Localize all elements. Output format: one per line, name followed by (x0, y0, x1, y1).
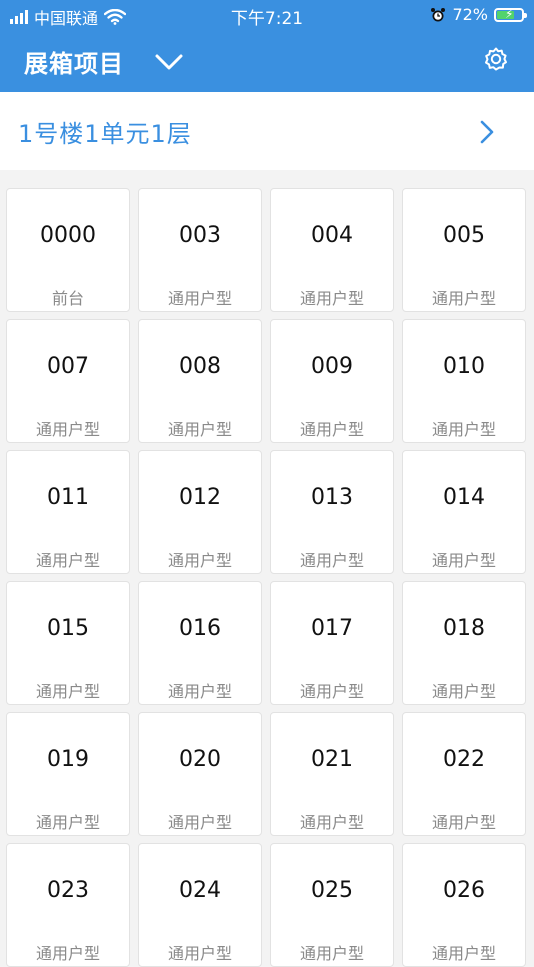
location-label: 1号楼1单元1层 (18, 120, 192, 148)
unit-number: 004 (311, 223, 353, 248)
unit-card[interactable]: 022 通用户型 (402, 712, 526, 836)
unit-card[interactable]: 021 通用户型 (270, 712, 394, 836)
unit-number: 008 (179, 354, 221, 379)
unit-number: 021 (311, 747, 353, 772)
unit-number: 0000 (40, 223, 96, 248)
unit-number: 010 (443, 354, 485, 379)
unit-type: 通用户型 (431, 813, 496, 832)
unit-card[interactable]: 023 通用户型 (6, 843, 130, 967)
unit-number: 025 (311, 878, 353, 903)
unit-type: 通用户型 (299, 289, 364, 308)
unit-type: 通用户型 (431, 420, 496, 439)
unit-number: 026 (443, 878, 485, 903)
unit-type: 通用户型 (431, 944, 496, 963)
unit-number: 018 (443, 616, 485, 641)
status-bar: 中国联通 下午7:21 72% ⚡ (0, 0, 534, 30)
unit-type: 通用户型 (167, 682, 232, 701)
unit-number: 022 (443, 747, 485, 772)
unit-type: 通用户型 (167, 944, 232, 963)
unit-number: 023 (47, 878, 89, 903)
unit-type: 通用户型 (167, 813, 232, 832)
unit-type: 通用户型 (167, 551, 232, 570)
unit-type: 通用户型 (431, 682, 496, 701)
unit-card[interactable]: 0000 前台 (6, 188, 130, 312)
chevron-down-icon[interactable] (154, 47, 184, 77)
unit-card[interactable]: 017 通用户型 (270, 581, 394, 705)
unit-number: 013 (311, 485, 353, 510)
unit-number: 019 (47, 747, 89, 772)
unit-number: 015 (47, 616, 89, 641)
unit-number: 005 (443, 223, 485, 248)
unit-number: 020 (179, 747, 221, 772)
unit-type: 通用户型 (35, 944, 100, 963)
unit-card[interactable]: 020 通用户型 (138, 712, 262, 836)
unit-card[interactable]: 019 通用户型 (6, 712, 130, 836)
unit-number: 024 (179, 878, 221, 903)
unit-card[interactable]: 018 通用户型 (402, 581, 526, 705)
unit-card[interactable]: 013 通用户型 (270, 450, 394, 574)
chevron-right-icon (480, 120, 494, 144)
unit-card[interactable]: 025 通用户型 (270, 843, 394, 967)
unit-type: 通用户型 (299, 682, 364, 701)
unit-type: 通用户型 (35, 551, 100, 570)
unit-number: 014 (443, 485, 485, 510)
unit-number: 011 (47, 485, 89, 510)
unit-type: 通用户型 (35, 420, 100, 439)
battery-percent: 72% (452, 5, 488, 24)
unit-number: 007 (47, 354, 89, 379)
unit-number: 012 (179, 485, 221, 510)
unit-type: 前台 (51, 289, 84, 308)
unit-type: 通用户型 (299, 420, 364, 439)
unit-type: 通用户型 (431, 551, 496, 570)
unit-card[interactable]: 011 通用户型 (6, 450, 130, 574)
status-right: 72% ⚡ (430, 5, 527, 24)
unit-card[interactable]: 010 通用户型 (402, 319, 526, 443)
unit-number: 017 (311, 616, 353, 641)
unit-number: 016 (179, 616, 221, 641)
unit-card[interactable]: 015 通用户型 (6, 581, 130, 705)
unit-card[interactable]: 026 通用户型 (402, 843, 526, 967)
unit-card[interactable]: 005 通用户型 (402, 188, 526, 312)
unit-type: 通用户型 (35, 813, 100, 832)
unit-type: 通用户型 (167, 420, 232, 439)
gear-icon[interactable] (482, 45, 510, 73)
app-header: 中国联通 下午7:21 72% ⚡ 展箱项目 (0, 0, 534, 92)
unit-card[interactable]: 014 通用户型 (402, 450, 526, 574)
unit-grid: 0000 前台 003 通用户型 004 通用户型 005 通用户型 007 通用户型 008 通用户… (6, 188, 528, 967)
unit-card[interactable]: 024 通用户型 (138, 843, 262, 967)
unit-card[interactable]: 008 通用户型 (138, 319, 262, 443)
alarm-icon (431, 7, 446, 21)
unit-type: 通用户型 (35, 682, 100, 701)
unit-type: 通用户型 (299, 551, 364, 570)
unit-card[interactable]: 009 通用户型 (270, 319, 394, 443)
battery-icon: ⚡ (494, 7, 527, 22)
unit-card[interactable]: 003 通用户型 (138, 188, 262, 312)
location-selector[interactable]: 1号楼1单元1层 (0, 92, 534, 170)
unit-card[interactable]: 016 通用户型 (138, 581, 262, 705)
unit-number: 003 (179, 223, 221, 248)
unit-number: 009 (311, 354, 353, 379)
unit-card[interactable]: 007 通用户型 (6, 319, 130, 443)
unit-card[interactable]: 004 通用户型 (270, 188, 394, 312)
unit-card[interactable]: 012 通用户型 (138, 450, 262, 574)
project-title[interactable]: 展箱项目 (24, 44, 124, 79)
unit-type: 通用户型 (299, 944, 364, 963)
unit-type: 通用户型 (167, 289, 232, 308)
navigation-bar: 展箱项目 (0, 30, 534, 92)
unit-type: 通用户型 (299, 813, 364, 832)
unit-type: 通用户型 (431, 289, 496, 308)
